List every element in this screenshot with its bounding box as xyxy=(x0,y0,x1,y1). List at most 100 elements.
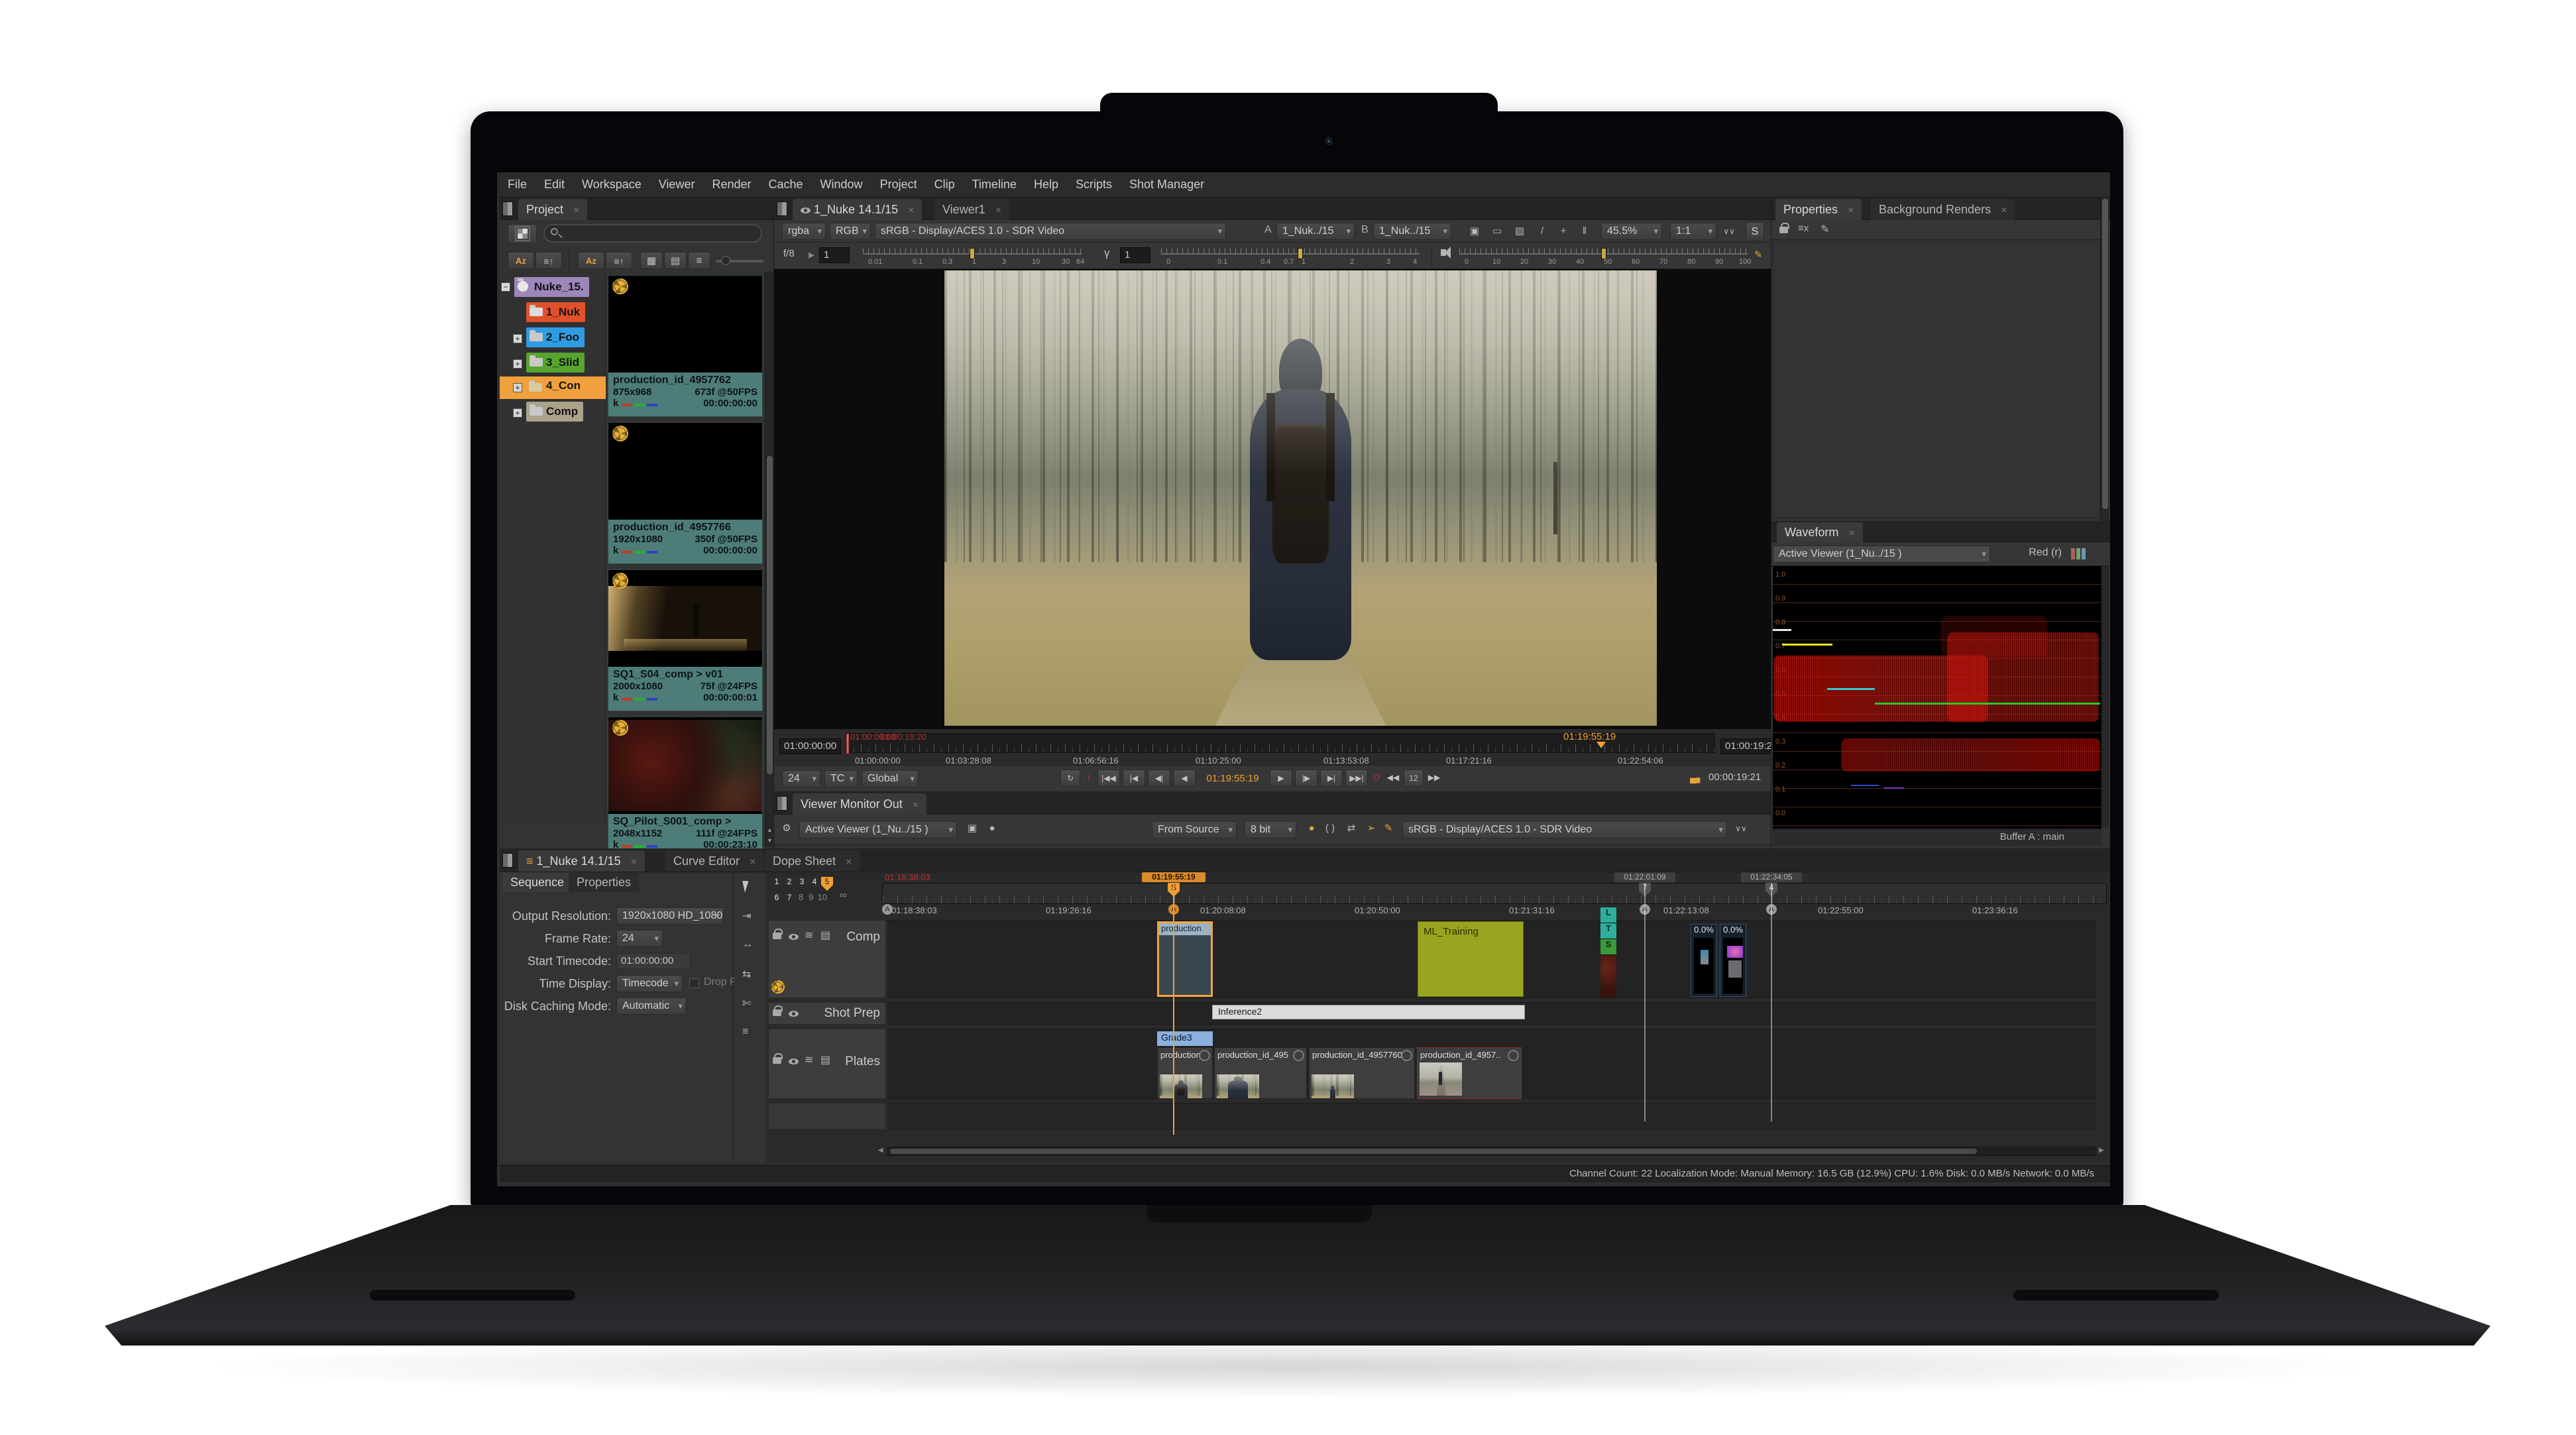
skip-frames-input[interactable]: 12 xyxy=(1404,770,1424,787)
disk-cache-icon[interactable]: ▤ xyxy=(820,929,830,942)
bit-depth-select[interactable]: 8 bit xyxy=(1245,821,1296,838)
play-forward-button[interactable]: ▶ xyxy=(1270,770,1292,787)
zoom-select[interactable]: 45.5% xyxy=(1601,223,1662,240)
roi-icon[interactable]: + xyxy=(1555,224,1572,239)
gear-icon[interactable]: ⚙ xyxy=(778,821,795,836)
tab-sequence[interactable]: Sequence xyxy=(502,872,572,892)
close-icon[interactable]: × xyxy=(913,799,919,811)
display-mode-select[interactable]: RGB xyxy=(830,223,871,240)
tab-curve-editor[interactable]: Curve Editor × xyxy=(665,850,763,872)
scrollbar-thumb[interactable] xyxy=(767,456,773,774)
layers-icon[interactable]: ≋ xyxy=(805,1053,813,1066)
slip-tool-icon[interactable]: ↔ xyxy=(742,939,753,950)
pixel-ratio-select[interactable]: 1:1 xyxy=(1670,223,1716,240)
active-viewer-select[interactable]: Active Viewer (1_Nu../15 ) xyxy=(799,821,957,838)
marker-pin-4[interactable]: 4 xyxy=(809,877,820,891)
marker-pin-6[interactable]: 6 xyxy=(771,893,783,907)
close-icon[interactable]: × xyxy=(2001,205,2007,216)
fps-select[interactable]: 24 xyxy=(782,770,820,787)
scroll-down-icon[interactable]: ▼ xyxy=(767,837,773,843)
lock-icon[interactable] xyxy=(1779,227,1788,233)
buffer-b-select[interactable]: 1_Nuk../15 xyxy=(1373,223,1451,240)
view-grid-button[interactable]: ▦ xyxy=(640,252,663,269)
menu-item[interactable]: Timeline xyxy=(972,178,1017,192)
annotate-pen-icon[interactable]: ✎ xyxy=(1750,248,1767,262)
clip-retime-1[interactable]: 0.0% xyxy=(1691,924,1717,997)
layers-icon[interactable]: ≋ xyxy=(805,929,813,942)
tab-timeline-sequence[interactable]: ≡ 1_Nuke 14.1/15 × xyxy=(518,850,645,872)
tab-viewer-monitor-out[interactable]: Viewer Monitor Out × xyxy=(793,793,926,815)
drop-frame-checkbox[interactable] xyxy=(689,978,699,988)
clip-tagged[interactable]: L T S xyxy=(1600,907,1616,998)
scrollbar-thumb[interactable] xyxy=(2102,199,2108,509)
timeline-ruler[interactable] xyxy=(882,883,2107,904)
bin-item-2[interactable]: production_id_4957766 1920x1080350f @50F… xyxy=(608,422,763,564)
orange-dot-icon[interactable]: ● xyxy=(1303,821,1320,836)
crop-icon[interactable]: ▭ xyxy=(1488,224,1506,239)
buffer-a-select[interactable]: 1_Nuk../15 xyxy=(1276,223,1355,240)
pen-icon[interactable]: ✎ xyxy=(1380,821,1397,836)
tree-item-folder-4-selected[interactable]: + 4_Con xyxy=(500,376,606,399)
bin-sort-alpha-button[interactable]: Az xyxy=(578,252,604,269)
thumbnail-view-button[interactable] xyxy=(508,224,537,244)
sample-line-icon[interactable]: / xyxy=(1534,224,1551,239)
track-header-comp[interactable]: ≋ ▤ Comp xyxy=(768,920,886,998)
next-clip-button[interactable]: ▶| xyxy=(1320,770,1343,787)
pause-icon[interactable]: ‖ xyxy=(1576,224,1593,239)
gamma-input[interactable]: 1 xyxy=(1120,247,1150,263)
scroll-right-icon[interactable]: ▶ xyxy=(2099,1147,2104,1154)
tree-item-sequence[interactable]: 1_Nuk xyxy=(526,302,585,322)
time-display-select[interactable]: Timecode xyxy=(616,975,683,992)
track-header-plates[interactable]: ≋ ▤ Plates xyxy=(768,1029,886,1099)
edit-pencil-icon[interactable]: ✎ xyxy=(1820,223,1829,236)
lock-icon[interactable] xyxy=(773,1057,781,1064)
expand-icon[interactable]: + xyxy=(513,334,522,343)
marker-9[interactable]: 9 xyxy=(809,892,813,902)
stereo-mode-button[interactable]: S xyxy=(1746,222,1764,241)
close-icon[interactable]: × xyxy=(908,205,914,216)
marker-10[interactable]: 10 xyxy=(817,892,826,902)
in-point-button[interactable]: I xyxy=(1083,770,1095,787)
panel-handle-icon[interactable] xyxy=(777,796,787,811)
clip-ml-training[interactable]: ML_Training xyxy=(1418,921,1524,997)
sort-order-button[interactable]: ≡↑ xyxy=(535,252,562,269)
speaker-icon[interactable] xyxy=(1441,249,1446,256)
gain-slider[interactable]: 0.010.10.313103064 xyxy=(863,245,1082,267)
blue-channel-bar[interactable] xyxy=(2082,548,2086,559)
menu-item[interactable]: Workspace xyxy=(582,178,642,192)
slider-knob[interactable] xyxy=(721,256,730,265)
tab-waveform[interactable]: Waveform × xyxy=(1777,522,1863,542)
playhead-badge[interactable]: 01:19:55:19 xyxy=(1142,872,1205,882)
view-list-button[interactable]: ≡ xyxy=(688,252,710,269)
skip-forward-button[interactable]: ▶▶ xyxy=(1426,770,1442,787)
bin-item-1[interactable]: production_id_4957762 875x968673f @50FPS… xyxy=(608,275,763,417)
volume-slider[interactable]: 0102030405060708090100 xyxy=(1459,245,1748,267)
move-tool-icon[interactable]: ⇥ xyxy=(742,909,751,923)
gain-input[interactable]: 1 xyxy=(819,247,850,263)
select-tool-icon[interactable] xyxy=(742,880,751,892)
marker-pin-2[interactable]: 2 xyxy=(783,877,795,891)
green-channel-bar[interactable] xyxy=(2076,548,2080,559)
tab-seq-properties[interactable]: Properties xyxy=(569,872,639,892)
waveform-channel-label[interactable]: Red (r) xyxy=(2005,547,2062,559)
colorspace-select[interactable]: sRGB - Display/ACES 1.0 - SDR Video xyxy=(875,223,1226,240)
menu-item[interactable]: Project xyxy=(880,178,917,192)
close-icon[interactable]: × xyxy=(846,856,852,868)
scroll-up-icon[interactable]: ▲ xyxy=(767,827,773,832)
close-icon[interactable]: × xyxy=(1848,205,1854,216)
expand-icon[interactable]: + xyxy=(513,359,522,369)
tab-dope-sheet[interactable]: Dope Sheet × xyxy=(765,850,860,872)
marker-badge-1[interactable]: 01:22:01:09 xyxy=(1614,872,1675,882)
paren-icon[interactable]: ( ) xyxy=(1321,821,1339,836)
visibility-icon[interactable] xyxy=(789,934,799,940)
play-backward-button[interactable]: ◀ xyxy=(1173,770,1196,787)
search-input[interactable] xyxy=(543,224,762,243)
tree-item-folder-3[interactable]: 3_Slid xyxy=(526,353,585,373)
current-timecode[interactable]: 01:19:55:19 xyxy=(1197,773,1268,784)
in-handle[interactable] xyxy=(846,734,849,754)
menu-item[interactable]: Scripts xyxy=(1076,178,1112,192)
disk-caching-select[interactable]: Automatic xyxy=(616,998,687,1015)
collapse-chevrons-icon[interactable]: ∨∨ xyxy=(1720,224,1738,239)
close-icon[interactable]: × xyxy=(750,856,756,868)
output-resolution-select[interactable]: 1920x1080 HD_1080 xyxy=(616,907,724,925)
